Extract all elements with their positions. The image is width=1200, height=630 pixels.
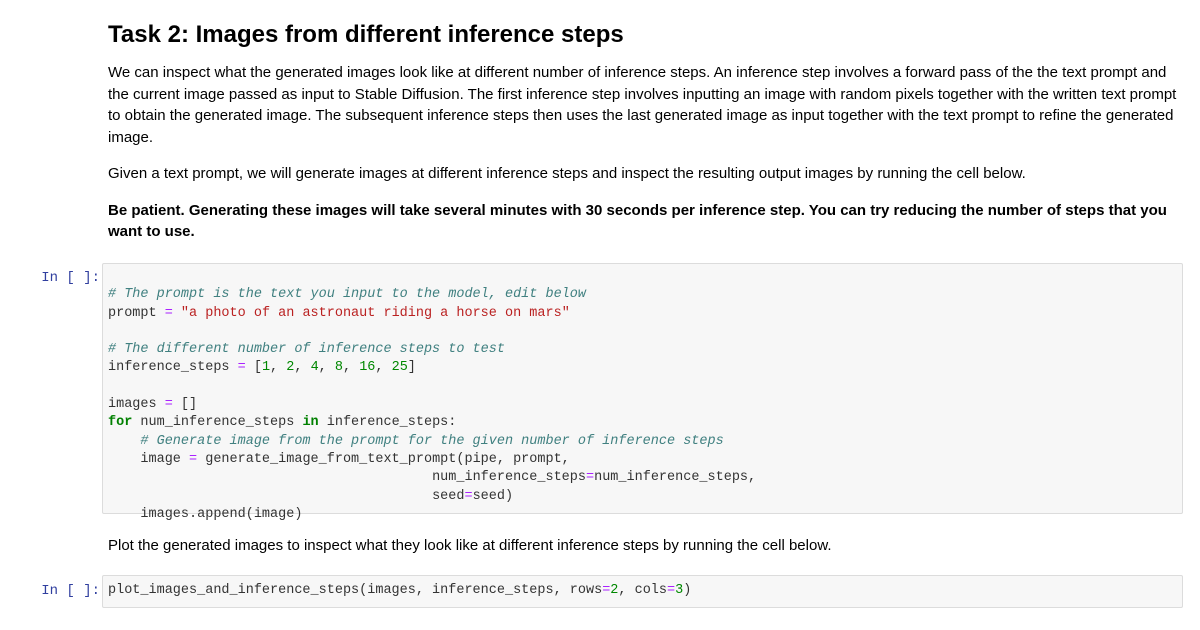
- markdown-cell-plot[interactable]: Plot the generated images to inspect wha…: [108, 535, 1183, 557]
- code-operator: =: [586, 470, 595, 486]
- code-operator: =: [164, 305, 173, 321]
- code-keyword: in: [302, 415, 319, 431]
- code-token: inference_steps:: [318, 415, 457, 431]
- plot-instruction-paragraph: Plot the generated images to inspect wha…: [108, 537, 832, 554]
- cell-prompt: In [ ]:: [41, 270, 100, 286]
- description-paragraph: We can inspect what the generated images…: [108, 64, 1177, 146]
- code-cell-generate[interactable]: # The prompt is the text you input to th…: [102, 263, 1183, 522]
- code-token: generate_image_from_text_prompt(pipe, pr…: [197, 451, 570, 467]
- warning-paragraph: Be patient. Generating these images will…: [108, 201, 1167, 241]
- code-number: 4: [310, 360, 319, 376]
- code-keyword: for: [108, 415, 133, 431]
- code-token: inference_steps: [108, 360, 238, 376]
- code-token: images: [108, 397, 165, 413]
- code-operator: =: [189, 451, 198, 467]
- code-comment: # The prompt is the text you input to th…: [108, 287, 586, 303]
- code-token: num_inference_steps,: [594, 470, 757, 486]
- code-token: image: [108, 451, 190, 467]
- code-string: "a photo of an astronaut riding a horse …: [172, 305, 570, 321]
- code-number: 1: [261, 360, 271, 376]
- code-comment: # Generate image from the prompt for the…: [108, 433, 724, 449]
- code-token: ]: [407, 360, 416, 376]
- code-editor[interactable]: plot_images_and_inference_steps(images, …: [103, 576, 1182, 604]
- code-token: plot_images_and_inference_steps(images, …: [108, 583, 603, 598]
- code-number: 8: [334, 360, 343, 376]
- code-operator: =: [237, 360, 246, 376]
- code-token: [: [245, 360, 262, 376]
- cell-prompt: In [ ]:: [41, 583, 100, 599]
- code-editor[interactable]: # The prompt is the text you input to th…: [103, 264, 1182, 565]
- task-title: Task 2: Images from different inference …: [108, 21, 624, 48]
- code-number: 25: [391, 360, 408, 376]
- code-token: seed): [472, 488, 514, 504]
- instruction-paragraph: Given a text prompt, we will generate im…: [108, 165, 1026, 182]
- code-operator: =: [667, 583, 676, 598]
- code-token: prompt: [108, 305, 165, 321]
- code-token: ): [683, 583, 692, 598]
- code-number: 16: [359, 360, 376, 376]
- code-operator: =: [464, 488, 473, 504]
- code-token: images.append(image): [108, 506, 303, 522]
- code-cell-plot[interactable]: plot_images_and_inference_steps(images, …: [102, 575, 1183, 608]
- code-comment: # The different number of inference step…: [108, 342, 505, 358]
- code-token: seed: [432, 488, 465, 504]
- markdown-cell-intro[interactable]: Task 2: Images from different inference …: [108, 20, 1183, 243]
- code-token: []: [172, 397, 198, 413]
- code-token: num_inference_steps: [432, 470, 586, 486]
- code-token: num_inference_steps: [132, 415, 303, 431]
- code-operator: =: [164, 397, 173, 413]
- code-number: 2: [286, 360, 295, 376]
- code-token: , cols: [618, 583, 668, 598]
